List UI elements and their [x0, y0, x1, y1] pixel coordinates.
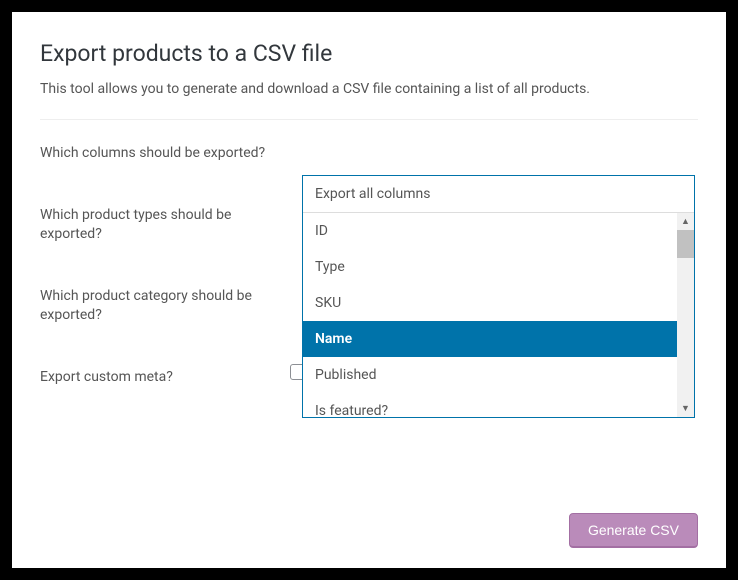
scroll-thumb[interactable] [677, 230, 694, 258]
dropdown-option-name[interactable]: Name [303, 321, 694, 357]
dropdown-option-id[interactable]: ID [303, 213, 694, 249]
columns-dropdown[interactable]: Export all columns ID Type SKU Name Publ… [302, 175, 695, 418]
dropdown-listwrap: ID Type SKU Name Published Is featured? … [303, 213, 694, 417]
label-types: Which product types should be exported? [40, 202, 290, 245]
label-meta: Export custom meta? [40, 364, 290, 388]
page-title: Export products to a CSV file [40, 40, 698, 67]
export-panel: Export products to a CSV file This tool … [12, 12, 726, 568]
dropdown-option-sku[interactable]: SKU [303, 285, 694, 321]
dropdown-selected[interactable]: Export all columns [303, 176, 694, 213]
dropdown-option-featured[interactable]: Is featured? [303, 393, 694, 417]
scroll-down-icon[interactable]: ▼ [677, 400, 694, 417]
footer: Generate CSV [569, 513, 698, 548]
page-description: This tool allows you to generate and dow… [40, 81, 698, 97]
row-columns: Which columns should be exported? [40, 140, 698, 164]
scroll-up-icon[interactable]: ▲ [677, 213, 694, 230]
dropdown-option-published[interactable]: Published [303, 357, 694, 393]
label-category: Which product category should be exporte… [40, 283, 290, 326]
divider [40, 119, 698, 120]
dropdown-option-type[interactable]: Type [303, 249, 694, 285]
dropdown-list: ID Type SKU Name Published Is featured? [303, 213, 694, 417]
dropdown-scrollbar[interactable]: ▲ ▼ [677, 213, 694, 417]
generate-csv-button[interactable]: Generate CSV [569, 513, 698, 548]
label-columns: Which columns should be exported? [40, 140, 290, 164]
